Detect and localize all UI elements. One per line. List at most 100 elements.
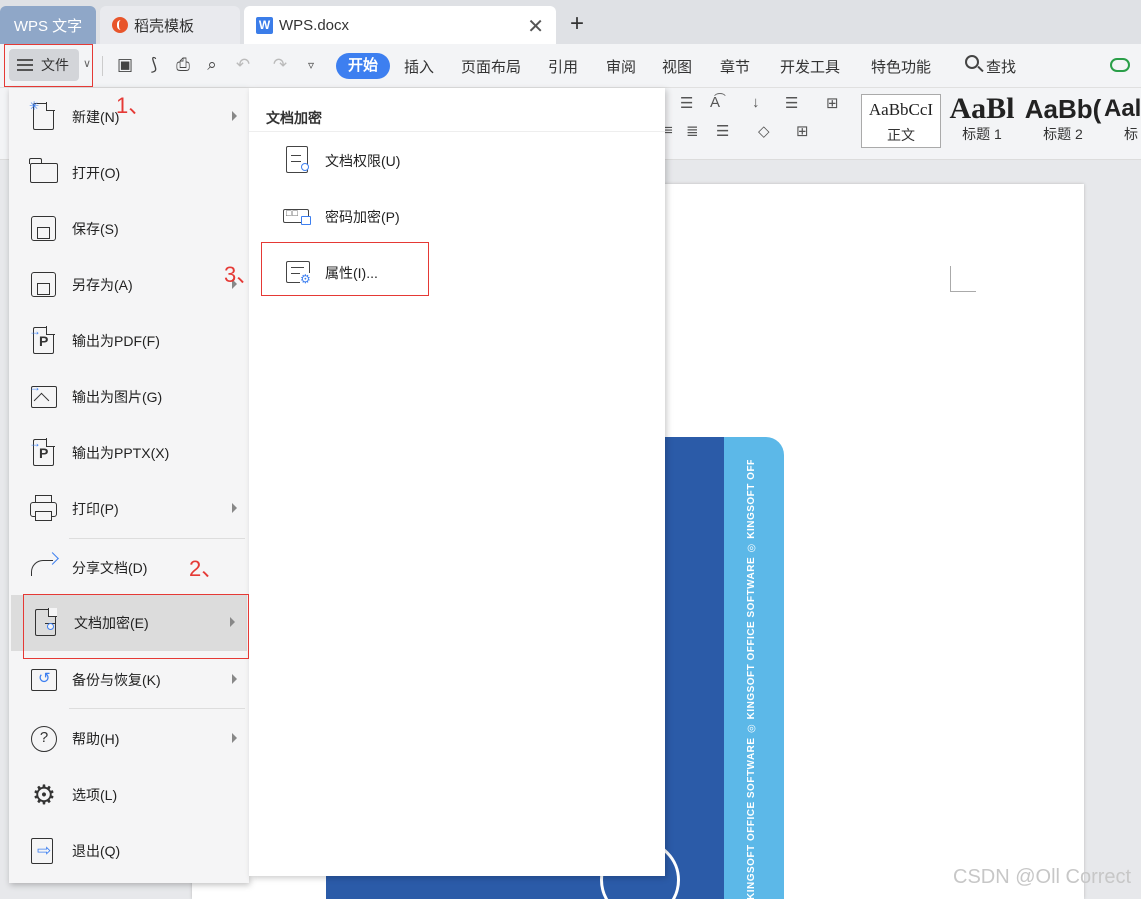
tab-document[interactable]: W WPS.docx ✕ [244,6,556,44]
style-heading-1[interactable]: AaBl 标题 1 [942,94,1022,148]
new-tab-icon[interactable]: + [570,10,584,38]
style-heading-3[interactable]: Aal 标 [1104,94,1141,148]
style-heading-2[interactable]: AaBb( 标题 2 [1023,94,1103,148]
paragraph-icon[interactable]: ☰ [785,94,798,112]
save-icon[interactable]: ▣ [114,54,136,76]
annotation-step-2: 2、 [189,556,224,581]
menu-item-label: 输出为PDF(F) [72,333,160,349]
menu-item-label: 备份与恢复(K) [72,672,161,688]
new-document-icon: ✳ [29,99,59,131]
redo-icon[interactable]: ↷ [269,54,291,76]
tab-insert[interactable]: 插入 [404,56,434,77]
divider [69,708,245,709]
save-icon [29,215,59,243]
indent-icon[interactable]: ☰ [680,94,693,112]
style-sample: AaBbCcI [868,100,934,119]
settings-icon: ⚙ [31,780,57,810]
tab-page-layout[interactable]: 页面布局 [461,56,521,77]
menu-item-print[interactable]: 打印(P) [9,483,249,535]
format-painter-icon[interactable]: ⟆ [143,54,165,76]
folder-icon [29,158,59,187]
tab-view[interactable]: 视图 [662,56,692,77]
align-icon[interactable]: ≡ [664,122,673,139]
style-name: 标题 2 [1043,126,1083,142]
save-as-icon [29,271,59,299]
tab-special-features[interactable]: 特色功能 [871,56,931,77]
annotation-box-properties [261,242,429,296]
style-sample: AaBb( [1024,94,1102,124]
tab-template[interactable]: 稻壳模板 [100,6,240,44]
menu-item-save[interactable]: 保存(S) [9,203,249,255]
tab-start[interactable]: 开始 [336,53,390,79]
menu-item-exit[interactable]: 退出(Q) [9,825,249,877]
ribbon-menu-bar: 文件 ∨ ▣ ⟆ ⎙ ⌕ ↶ ↷ ▿ 开始 插入 页面布局 引用 审阅 视图 章… [0,44,1141,88]
submenu-arrow-icon [232,111,237,121]
style-sample: Aal [1104,95,1141,122]
style-normal[interactable]: AaBbCcI 正文 [861,94,941,148]
search-icon[interactable] [965,55,979,69]
export-pdf-icon: → P [29,324,59,355]
submenu-item-password[interactable]: 密码加密(P) [273,197,633,237]
menu-item-export-pdf[interactable]: → P 输出为PDF(F) [9,315,249,367]
style-name: 标 [1124,126,1138,142]
daoke-logo-icon [112,17,128,33]
tab-template-label: 稻壳模板 [134,17,195,35]
table-border-icon[interactable]: ⊞ [826,94,839,112]
submenu-item-label: 文档权限(U) [325,153,401,169]
submenu-arrow-icon [232,733,237,743]
borders-icon[interactable]: ⊞ [796,122,809,140]
watermark: CSDN @Oll Correct [953,866,1132,888]
font-case-icon[interactable]: A͡ [710,94,720,111]
tab-references[interactable]: 引用 [548,56,578,77]
menu-item-save-as[interactable]: 另存为(A) [9,259,249,311]
customize-toolbar-icon[interactable]: ▿ [300,54,322,76]
menu-item-export-image[interactable]: → 输出为图片(G) [9,371,249,423]
file-menu-panel: ✳ 新建(N) 打开(O) 保存(S) 另存为(A) → P 输出为PDF(F) … [9,88,249,883]
submenu-arrow-icon [232,503,237,513]
menu-item-export-pptx[interactable]: → P 输出为PPTX(X) [9,427,249,479]
menu-item-open[interactable]: 打开(O) [9,147,249,199]
menu-item-label: 另存为(A) [72,277,133,293]
tab-wps-writer[interactable]: WPS 文字 [0,6,96,44]
style-name: 标题 1 [962,126,1002,142]
printer-icon [29,495,59,523]
print-preview-icon[interactable]: ⌕ [201,54,223,76]
submenu-item-label: 密码加密(P) [325,209,400,225]
submenu-item-permission[interactable]: 文档权限(U) [273,141,633,181]
help-icon: ? [29,725,59,753]
annotation-step-3: 3、 [224,262,259,287]
tab-developer[interactable]: 开发工具 [780,56,840,77]
undo-icon[interactable]: ↶ [232,54,254,76]
menu-item-label: 输出为PPTX(X) [72,445,170,461]
submenu-title: 文档加密 [266,110,322,126]
document-permission-icon [283,146,313,176]
export-pptx-icon: → P [29,436,59,467]
style-sample: AaBl [949,94,1015,124]
print-icon[interactable]: ⎙ [172,54,194,76]
tab-chapter[interactable]: 章节 [720,56,750,77]
search-label[interactable]: 查找 [986,56,1016,77]
annotation-box-file [4,44,93,87]
title-tab-bar: WPS 文字 稻壳模板 W WPS.docx ✕ + [0,0,1141,44]
exit-icon [29,837,59,865]
menu-item-label: 退出(Q) [72,843,121,859]
menu-item-label: 打印(P) [72,501,119,517]
divider [102,56,103,76]
page-corner-marker [950,266,976,292]
tab-review[interactable]: 审阅 [606,56,636,77]
menu-item-label: 帮助(H) [72,731,120,747]
distribute-icon[interactable]: ≣ [686,122,699,140]
menu-item-backup[interactable]: 备份与恢复(K) [9,654,249,706]
sort-icon[interactable]: ↓ [752,94,760,111]
menu-item-help[interactable]: ? 帮助(H) [9,713,249,765]
close-tab-icon[interactable]: ✕ [527,14,544,39]
fill-color-icon[interactable]: ◇ [758,122,770,140]
menu-item-options[interactable]: ⚙ 选项(L) [9,769,249,821]
word-doc-icon: W [256,16,273,34]
tab-document-label: WPS.docx [279,16,350,34]
line-spacing-icon[interactable]: ☰ [716,122,729,140]
annotation-box-encrypt [23,594,249,659]
cloud-sync-icon[interactable] [1110,58,1130,72]
divider [69,538,245,539]
menu-item-label: 保存(S) [72,221,119,237]
